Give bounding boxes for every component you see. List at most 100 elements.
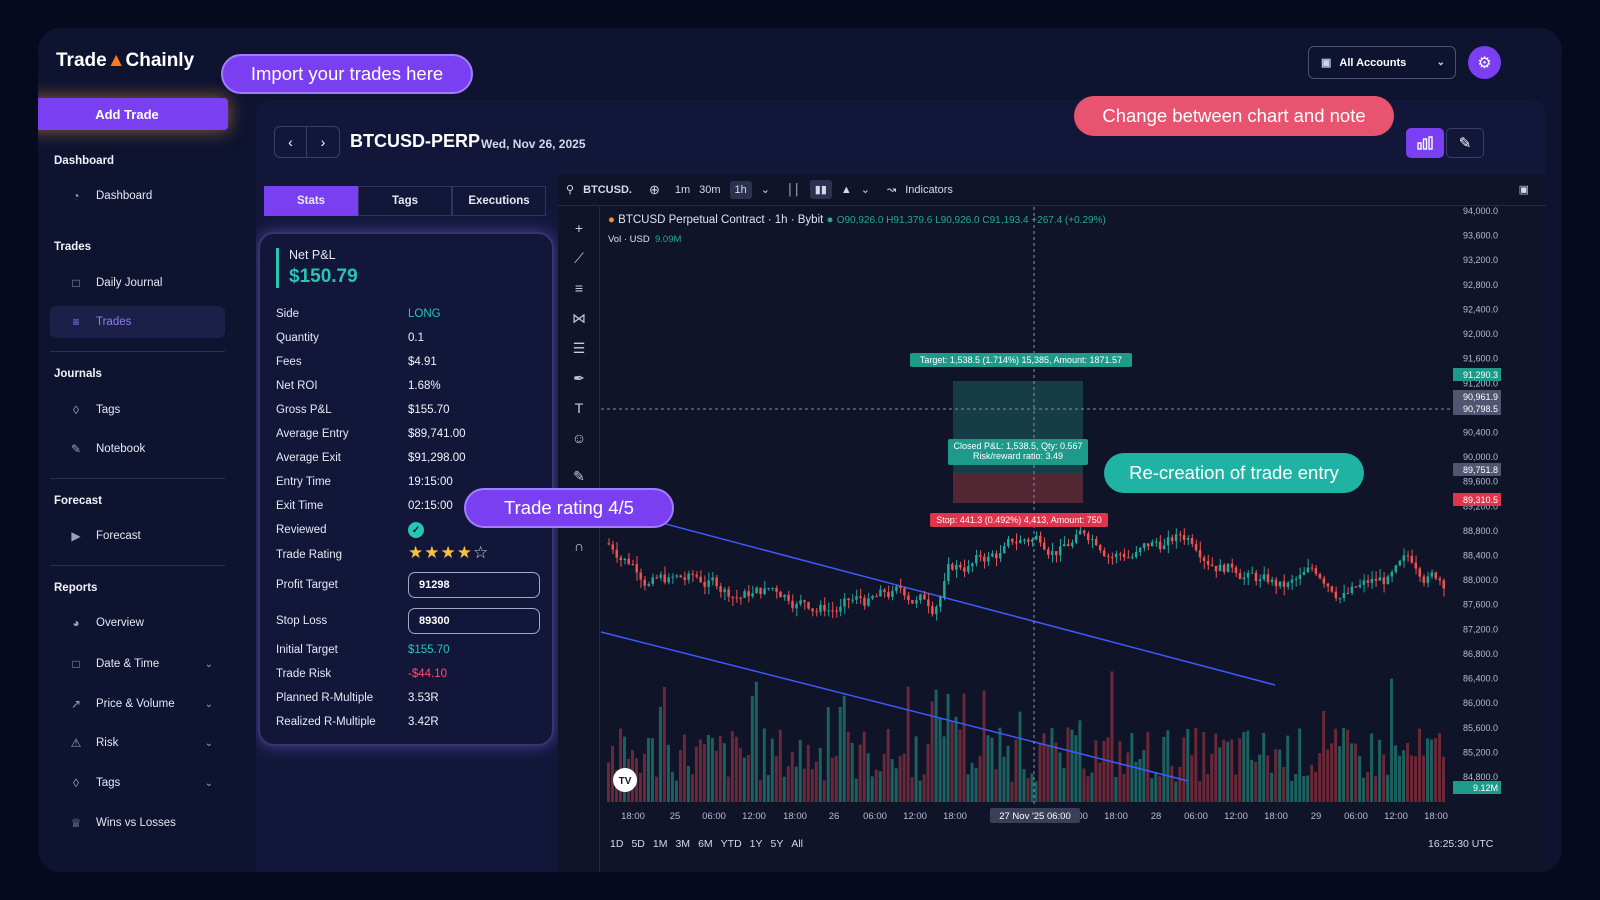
timeframe-1m[interactable]: 1m bbox=[675, 184, 690, 196]
candle-body bbox=[1090, 539, 1094, 541]
candle-style-icon[interactable]: ▮▮ bbox=[809, 180, 832, 199]
candle-body bbox=[819, 604, 822, 612]
prev-trade-button[interactable]: ‹ bbox=[275, 127, 308, 157]
star-icon[interactable]: ☆ bbox=[473, 543, 489, 562]
candle-body bbox=[1290, 579, 1294, 583]
range-1y[interactable]: 1Y bbox=[750, 838, 763, 850]
sidebar-item-overview[interactable]: ◕ Overview bbox=[50, 607, 225, 639]
trade-rating-stars[interactable]: ★★★★☆ bbox=[408, 543, 489, 563]
volume-bar bbox=[1262, 732, 1266, 802]
sidebar-item-tags[interactable]: ◊ Tags bbox=[50, 394, 225, 426]
add-symbol-icon[interactable]: ⊕ bbox=[649, 182, 660, 198]
sidebar-item-risk[interactable]: ⚠ Risk ⌄ bbox=[50, 727, 225, 759]
tab-stats[interactable]: Stats bbox=[264, 186, 358, 216]
volume-bar bbox=[758, 780, 762, 802]
candle-body bbox=[1186, 537, 1190, 540]
candle-body bbox=[1150, 542, 1154, 547]
candle-body bbox=[1394, 565, 1398, 573]
sidebar-item-date-time[interactable]: □ Date & Time ⌄ bbox=[50, 648, 225, 680]
note-view-button[interactable]: ✎ bbox=[1446, 128, 1484, 158]
chevron-down-icon[interactable]: ⌄ bbox=[761, 183, 770, 196]
timeframe-30m[interactable]: 30m bbox=[699, 184, 720, 196]
star-icon[interactable]: ★ bbox=[408, 543, 424, 562]
candle-body bbox=[651, 577, 654, 585]
volume-bar bbox=[1238, 738, 1242, 802]
star-icon[interactable]: ★ bbox=[424, 543, 440, 562]
range-1d[interactable]: 1D bbox=[610, 838, 623, 850]
price-chart-canvas[interactable]: 94,000.0 93,600.0 93,200.0 92,800.0 92,400.0… bbox=[558, 207, 1546, 872]
candle-body bbox=[683, 577, 686, 580]
risk-reward-label: Risk/reward ratio: 3.49 bbox=[973, 451, 1063, 461]
x-tick-label: 12:00 bbox=[903, 811, 927, 822]
timeframe-1h[interactable]: 1h bbox=[729, 180, 752, 199]
range-all[interactable]: All bbox=[791, 838, 803, 850]
chart-symbol-search[interactable]: BTCUSD. bbox=[583, 184, 632, 196]
net-pnl-label: Net P&L bbox=[289, 248, 336, 262]
edit-icon: ✎ bbox=[1458, 135, 1472, 152]
candle-body bbox=[1334, 591, 1338, 599]
tab-tags[interactable]: Tags bbox=[358, 186, 452, 216]
area-style-icon[interactable]: ▲ bbox=[841, 184, 852, 196]
x-tick-label: 12:00 bbox=[1224, 811, 1248, 822]
volume-bar bbox=[1122, 773, 1126, 802]
candle-body bbox=[1054, 551, 1058, 556]
sidebar-item-wins-losses[interactable]: ♕ Wins vs Losses bbox=[50, 807, 225, 839]
wallet-icon: ▣ bbox=[1321, 57, 1332, 69]
candle-body bbox=[871, 596, 874, 599]
star-icon[interactable]: ★ bbox=[441, 543, 457, 562]
volume-bar bbox=[1158, 776, 1162, 802]
volume-bar bbox=[702, 743, 706, 802]
volume-bar bbox=[1018, 711, 1022, 802]
volume-bar bbox=[966, 774, 970, 802]
candle-body bbox=[1306, 567, 1310, 573]
next-trade-button[interactable]: › bbox=[307, 127, 339, 157]
star-icon[interactable]: ★ bbox=[457, 543, 473, 562]
chart-view-button[interactable] bbox=[1406, 128, 1444, 158]
account-select[interactable]: ▣ All Accounts ⌄ bbox=[1308, 46, 1456, 79]
volume-bar bbox=[1006, 745, 1010, 802]
candle-body bbox=[711, 577, 714, 581]
sidebar-item-report-tags[interactable]: ◊ Tags ⌄ bbox=[50, 767, 225, 799]
tab-executions[interactable]: Executions bbox=[452, 186, 546, 216]
callout-rating: Trade rating 4/5 bbox=[464, 488, 674, 528]
volume-bar bbox=[1318, 752, 1322, 802]
chevron-down-icon[interactable]: ⌄ bbox=[861, 183, 870, 196]
range-6m[interactable]: 6M bbox=[698, 838, 713, 850]
volume-bar bbox=[742, 757, 746, 802]
volume-bar bbox=[774, 756, 778, 802]
volume-bar bbox=[782, 776, 786, 802]
range-5d[interactable]: 5D bbox=[631, 838, 644, 850]
range-ytd[interactable]: YTD bbox=[721, 838, 742, 850]
range-3m[interactable]: 3M bbox=[675, 838, 690, 850]
y-tick-label: 92,400.0 bbox=[1463, 304, 1498, 314]
indicators-button[interactable]: Indicators bbox=[905, 184, 953, 196]
volume-bar bbox=[802, 768, 806, 802]
sidebar-item-forecast[interactable]: ▶ Forecast bbox=[50, 520, 225, 552]
reviewed-check-icon[interactable]: ✓ bbox=[408, 522, 424, 538]
volume-bar bbox=[846, 731, 850, 802]
profit-target-input[interactable] bbox=[408, 572, 540, 598]
add-trade-button[interactable]: Add Trade bbox=[38, 98, 228, 130]
candle-body bbox=[787, 594, 790, 601]
x-tick-label: 06:00 bbox=[863, 811, 887, 822]
app-window: Trade▲Chainly Add Trade Dashboard ◔ Dashb… bbox=[38, 28, 1562, 872]
camera-icon[interactable]: ▣ bbox=[1519, 183, 1529, 196]
bar-style-icon[interactable]: ││ bbox=[787, 184, 801, 196]
trade-chart[interactable]: ⚲ BTCUSD. ⊕ 1m 30m 1h ⌄ ││ ▮▮ ▲ ⌄ ↝ Indi… bbox=[558, 174, 1546, 872]
volume-bar bbox=[1226, 741, 1230, 802]
candle-body bbox=[1442, 580, 1445, 589]
candle-body bbox=[1015, 541, 1018, 544]
sidebar-item-dashboard[interactable]: ◔ Dashboard bbox=[50, 180, 225, 212]
sidebar-item-price-volume[interactable]: ↗ Price & Volume ⌄ bbox=[50, 688, 225, 720]
volume-bar bbox=[1014, 739, 1018, 802]
volume-bar bbox=[1422, 755, 1426, 802]
sidebar-item-trades[interactable]: ≡ Trades bbox=[50, 306, 225, 338]
stop-loss-input[interactable] bbox=[408, 608, 540, 634]
range-5y[interactable]: 5Y bbox=[771, 838, 784, 850]
sidebar-item-notebook[interactable]: ✎ Notebook bbox=[50, 433, 225, 465]
settings-button[interactable]: ⚙ bbox=[1468, 46, 1501, 79]
candle-body bbox=[895, 586, 898, 591]
range-1m[interactable]: 1M bbox=[653, 838, 668, 850]
volume-bar bbox=[1182, 737, 1186, 802]
sidebar-item-daily-journal[interactable]: □ Daily Journal bbox=[50, 267, 225, 299]
